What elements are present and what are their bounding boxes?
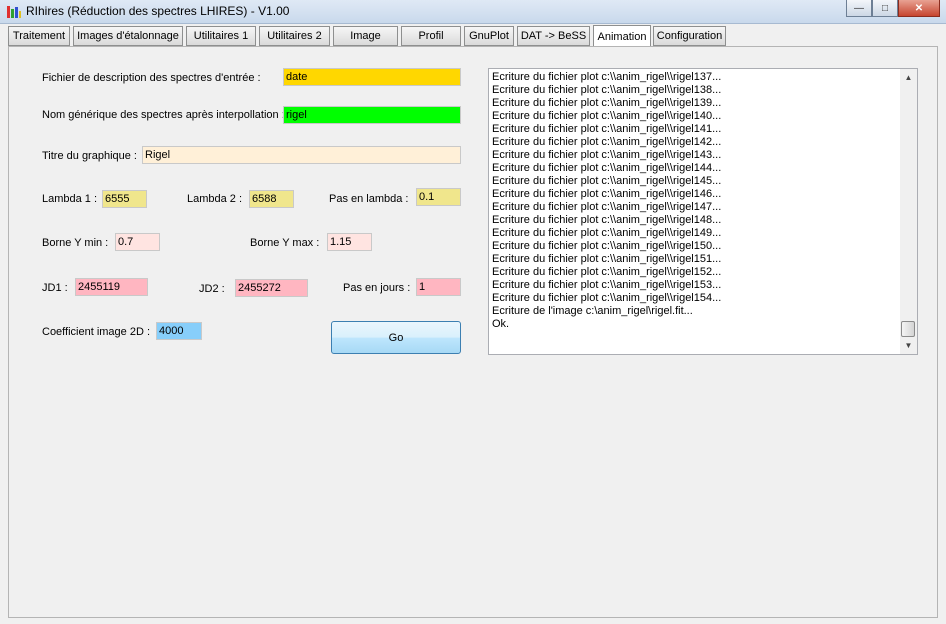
log-scrollbar[interactable]: ▲ ▼: [900, 69, 917, 354]
lambda-step-field[interactable]: 0.1: [416, 188, 461, 206]
jd2-label: JD2 :: [199, 283, 225, 295]
lambda1-field[interactable]: 6555: [102, 190, 147, 208]
tab-profil[interactable]: Profil: [401, 26, 461, 46]
tab-gnuplot[interactable]: GnuPlot: [464, 26, 514, 46]
log-line: Ecriture de l'image c:\anim_rigel\rigel.…: [492, 305, 693, 317]
graph-title-field[interactable]: Rigel: [142, 146, 461, 164]
generic-name-label: Nom générique des spectres après interpo…: [42, 109, 285, 121]
log-line: Ecriture du fichier plot c:\\anim_rigel\…: [492, 253, 722, 265]
tab-animation[interactable]: Animation: [593, 25, 651, 47]
minimize-button[interactable]: —: [846, 0, 872, 17]
log-line: Ecriture du fichier plot c:\\anim_rigel\…: [492, 123, 722, 135]
log-line: Ecriture du fichier plot c:\\anim_rigel\…: [492, 201, 722, 213]
log-line: Ecriture du fichier plot c:\\anim_rigel\…: [492, 97, 722, 109]
log-line: Ecriture du fichier plot c:\\anim_rigel\…: [492, 227, 722, 239]
ymax-label: Borne Y max :: [250, 237, 320, 249]
jd2-field[interactable]: 2455272: [235, 279, 308, 297]
input-file-label: Fichier de description des spectres d'en…: [42, 72, 261, 84]
tab-image[interactable]: Image: [333, 26, 398, 46]
generic-name-field[interactable]: rigel: [283, 106, 461, 124]
tab-traitement[interactable]: Traitement: [8, 26, 70, 46]
tab-configuration[interactable]: Configuration: [653, 26, 726, 46]
log-lines: Ecriture du fichier plot c:\\anim_rigel\…: [492, 71, 899, 331]
close-button[interactable]: ✕: [898, 0, 940, 17]
maximize-icon: □: [881, 2, 889, 14]
jd1-label: JD1 :: [42, 282, 68, 294]
log-line: Ecriture du fichier plot c:\\anim_rigel\…: [492, 279, 722, 291]
window-title: RIhires (Réduction des spectres LHIRES) …: [26, 4, 290, 18]
log-line: Ecriture du fichier plot c:\\anim_rigel\…: [492, 188, 722, 200]
ymax-field[interactable]: 1.15: [327, 233, 372, 251]
graph-title-label: Titre du graphique :: [42, 150, 137, 162]
day-step-label: Pas en jours :: [343, 282, 411, 294]
lambda2-label: Lambda 2 :: [187, 193, 243, 205]
log-line: Ecriture du fichier plot c:\\anim_rigel\…: [492, 136, 722, 148]
log-line: Ecriture du fichier plot c:\\anim_rigel\…: [492, 149, 722, 161]
log-line: Ecriture du fichier plot c:\\anim_rigel\…: [492, 110, 722, 122]
log-line: Ecriture du fichier plot c:\\anim_rigel\…: [492, 162, 722, 174]
ymin-field[interactable]: 0.7: [115, 233, 160, 251]
log-line: Ecriture du fichier plot c:\\anim_rigel\…: [492, 214, 722, 226]
scroll-up-icon[interactable]: ▲: [900, 69, 917, 86]
tab-images-etalonnage[interactable]: Images d'étalonnage: [73, 26, 183, 46]
tab-utilitaires-2[interactable]: Utilitaires 2: [259, 26, 330, 46]
close-icon: ✕: [914, 2, 924, 14]
log-line: Ecriture du fichier plot c:\\anim_rigel\…: [492, 175, 722, 187]
log-textbox[interactable]: Ecriture du fichier plot c:\\anim_rigel\…: [488, 68, 918, 355]
scroll-thumb[interactable]: [901, 321, 915, 337]
ymin-label: Borne Y min :: [42, 237, 109, 249]
tab-dat-bess[interactable]: DAT -> BeSS: [517, 26, 590, 46]
log-line: Ecriture du fichier plot c:\\anim_rigel\…: [492, 240, 722, 252]
log-line: Ok.: [492, 318, 510, 330]
title-bar: RIhires (Réduction des spectres LHIRES) …: [0, 0, 946, 24]
coef-field[interactable]: 4000: [156, 322, 202, 340]
maximize-button[interactable]: □: [872, 0, 898, 17]
input-file-field[interactable]: date: [283, 68, 461, 86]
app-icon: [7, 6, 21, 18]
log-line: Ecriture du fichier plot c:\\anim_rigel\…: [492, 71, 722, 83]
lambda-step-label: Pas en lambda :: [329, 193, 409, 205]
coef-label: Coefficient image 2D :: [42, 326, 151, 338]
day-step-field[interactable]: 1: [416, 278, 461, 296]
log-line: Ecriture du fichier plot c:\\anim_rigel\…: [492, 292, 722, 304]
tab-utilitaires-1[interactable]: Utilitaires 1: [186, 26, 256, 46]
log-line: Ecriture du fichier plot c:\\anim_rigel\…: [492, 266, 722, 278]
lambda2-field[interactable]: 6588: [249, 190, 294, 208]
minimize-icon: —: [854, 2, 864, 14]
log-line: Ecriture du fichier plot c:\\anim_rigel\…: [492, 84, 722, 96]
go-button[interactable]: Go: [331, 321, 461, 354]
lambda1-label: Lambda 1 :: [42, 193, 98, 205]
jd1-field[interactable]: 2455119: [75, 278, 148, 296]
scroll-down-icon[interactable]: ▼: [900, 337, 917, 354]
